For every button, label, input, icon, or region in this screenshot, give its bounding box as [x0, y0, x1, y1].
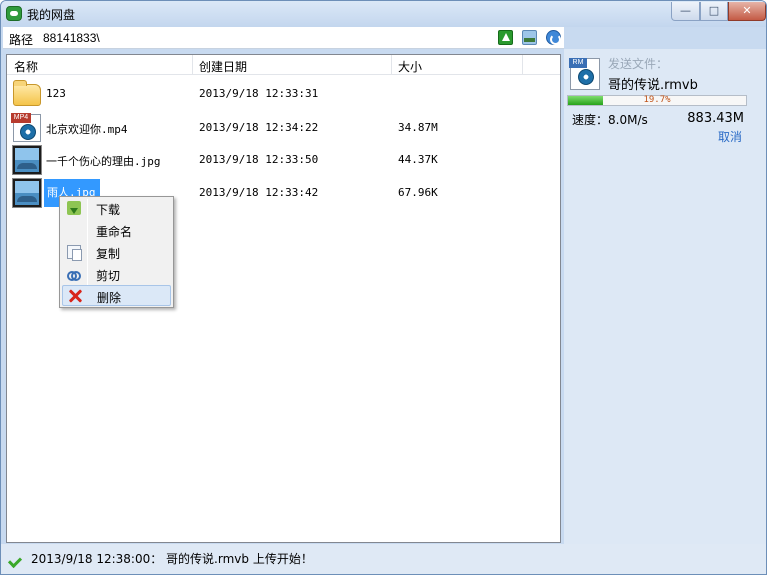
menu-item-label: 重命名 — [96, 225, 133, 239]
menu-item-download[interactable]: 下载 — [62, 198, 171, 219]
file-size: 34.87M — [398, 121, 438, 134]
transfer-heading: 发送文件： — [608, 57, 669, 71]
file-row[interactable]: MP4 北京欢迎你.mp4 2013/9/18 12:34:22 34.87M — [7, 112, 560, 142]
column-name[interactable]: 名称 — [14, 58, 38, 75]
file-size: 67.96K — [398, 186, 438, 199]
delete-icon — [68, 289, 82, 303]
file-date: 2013/9/18 12:34:22 — [199, 121, 319, 134]
cloud-disk-icon — [6, 6, 22, 21]
folder-icon — [13, 80, 41, 106]
menu-item-cut[interactable]: 剪切 — [62, 264, 171, 285]
film-reel-icon — [578, 69, 594, 85]
upload-progress-bar: 19.7% — [567, 95, 747, 106]
file-date: 2013/9/18 12:33:31 — [199, 87, 319, 100]
window-title: 我的网盘 — [27, 8, 76, 22]
netdisk-window: 我的网盘 — □ ✕ 路径 88141833\ 名称 创建日期 大小 123 2… — [0, 0, 767, 575]
image-file-icon — [12, 145, 42, 175]
cancel-link[interactable]: 取消 — [718, 128, 742, 145]
download-icon — [67, 201, 81, 215]
check-icon — [9, 552, 23, 564]
video-file-icon: MP4 — [11, 113, 41, 142]
file-date: 2013/9/18 12:33:50 — [199, 153, 319, 166]
context-menu: 下载 重命名 复制 剪切 删除 — [59, 196, 174, 308]
image-file-icon — [12, 178, 42, 208]
copy-icon — [67, 245, 82, 261]
path-label: 路径 — [9, 33, 34, 47]
image-view-icon[interactable] — [522, 30, 537, 45]
menu-item-label: 下载 — [96, 203, 121, 217]
refresh-icon[interactable] — [546, 30, 561, 45]
file-size: 44.37K — [398, 153, 438, 166]
minimize-button[interactable]: — — [671, 2, 700, 21]
column-divider[interactable] — [522, 55, 523, 75]
file-type-badge: MP4 — [11, 113, 31, 123]
menu-item-label: 剪切 — [96, 269, 121, 283]
menu-item-label: 删除 — [97, 291, 122, 305]
file-type-badge: RM — [569, 58, 587, 68]
file-row[interactable]: 一千个伤心的理由.jpg 2013/9/18 12:33:50 44.37K — [7, 144, 560, 175]
menu-item-delete[interactable]: 删除 — [62, 285, 171, 306]
path-bar: 路径 88141833\ — [3, 27, 564, 49]
file-date: 2013/9/18 12:33:42 — [199, 186, 319, 199]
file-name: 123 — [46, 87, 66, 100]
column-header: 名称 创建日期 大小 — [7, 55, 560, 75]
column-divider[interactable] — [391, 55, 392, 75]
rm-file-icon: RM — [569, 58, 600, 90]
status-message: 2013/9/18 12:38:00： 哥的传说.rmvb 上传开始！ — [31, 552, 313, 566]
file-name: 一千个伤心的理由.jpg — [46, 155, 161, 168]
file-name: 北京欢迎你.mp4 — [46, 123, 128, 136]
menu-item-copy[interactable]: 复制 — [62, 242, 171, 263]
progress-percent: 19.7% — [643, 95, 671, 105]
menu-item-label: 复制 — [96, 247, 121, 261]
column-size[interactable]: 大小 — [398, 58, 422, 75]
transfer-panel: RM 发送文件： 哥的传说.rmvb 19.7% 速度：8.0M/s 883.4… — [564, 49, 766, 544]
path-value[interactable]: 88141833\ — [43, 31, 100, 45]
upload-icon[interactable] — [498, 30, 513, 45]
menu-item-rename[interactable]: 重命名 — [62, 220, 171, 241]
film-reel-icon — [20, 124, 36, 140]
column-divider[interactable] — [192, 55, 193, 75]
close-button[interactable]: ✕ — [728, 2, 766, 21]
maximize-button[interactable]: □ — [700, 2, 728, 21]
transfer-size: 883.43M — [687, 111, 744, 126]
transfer-filename: 哥的传说.rmvb — [608, 78, 698, 93]
column-date[interactable]: 创建日期 — [199, 58, 247, 75]
cut-icon — [67, 267, 81, 281]
file-row[interactable]: 123 2013/9/18 12:33:31 — [7, 78, 560, 108]
transfer-speed: 速度：8.0M/s — [572, 113, 648, 127]
status-bar: 2013/9/18 12:38:00： 哥的传说.rmvb 上传开始！ — [1, 544, 766, 574]
title-bar[interactable]: 我的网盘 — □ ✕ — [1, 1, 766, 27]
